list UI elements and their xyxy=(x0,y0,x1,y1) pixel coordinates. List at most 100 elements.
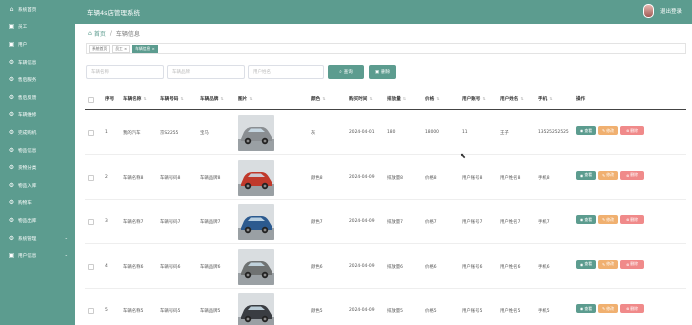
gear-icon: ⚙ xyxy=(8,181,15,189)
sidebar-item-label: 购物车 xyxy=(18,201,32,207)
sidebar-item-4[interactable]: ⚙ 售后服务 xyxy=(0,71,75,89)
sidebar-item-12[interactable]: ⚙ 物品出库 xyxy=(0,212,75,230)
sidebar-item-8[interactable]: ⚙ 物品信息 xyxy=(0,142,75,160)
column-header[interactable]: 序号 xyxy=(105,96,114,102)
column-header[interactable]: 购买时间 ⇅ xyxy=(349,96,373,102)
sidebar-item-1[interactable]: ▣ 员工 xyxy=(0,19,75,37)
sidebar-item-label: 物品信息 xyxy=(18,148,37,154)
cell-plate: 车辆号码6 xyxy=(160,264,181,270)
column-header[interactable]: 价格 ⇅ xyxy=(425,96,439,102)
cell-name: 车辆名称7 xyxy=(123,220,144,225)
avatar[interactable] xyxy=(642,4,654,18)
view-button[interactable]: ◉ 查看 xyxy=(576,126,596,135)
column-header[interactable]: 车辆名称 ⇅ xyxy=(123,96,147,102)
sidebar-item-5[interactable]: ⚙ 售后反馈 xyxy=(0,89,75,107)
sidebar-item-9[interactable]: ⚙ 货物分类 xyxy=(0,159,75,177)
sidebar-item-3[interactable]: ⚙ 车辆信息 xyxy=(0,54,75,72)
row-checkbox[interactable] xyxy=(88,308,94,314)
sort-icon[interactable]: ⇅ xyxy=(369,96,372,101)
row-checkbox[interactable] xyxy=(88,174,94,181)
sort-icon[interactable]: ⇅ xyxy=(220,96,223,101)
sidebar-item-7[interactable]: ⚙ 完成购机 xyxy=(0,124,75,142)
sort-icon[interactable]: ⇅ xyxy=(482,96,485,101)
tab-tag[interactable]: 系统首页 xyxy=(89,44,111,53)
car-image[interactable] xyxy=(238,204,274,240)
cell-brand: 车辆品牌5 xyxy=(200,309,221,314)
car-name-search-input[interactable]: 车辆名称 xyxy=(86,65,164,79)
column-header[interactable]: 排放量 ⇅ xyxy=(387,96,406,102)
sort-icon[interactable]: ⇅ xyxy=(143,96,146,101)
column-header[interactable]: 图片 ⇅ xyxy=(238,96,252,102)
delete-button-label: 删除 xyxy=(630,127,639,133)
sort-icon[interactable]: ⇅ xyxy=(436,96,439,101)
row-checkbox[interactable] xyxy=(88,263,94,270)
edit-button[interactable]: ✎ 修改 xyxy=(598,170,618,180)
delete-button[interactable]: ⊗ 删除 xyxy=(620,215,644,224)
edit-button[interactable]: ✎ 修改 xyxy=(598,215,618,224)
cell-price: 价格5 xyxy=(425,309,437,314)
batch-delete-button[interactable]: ▣ 删除 xyxy=(369,65,396,79)
cell-brand: 车辆品牌8 xyxy=(200,175,221,181)
cell-account: 用户账号6 xyxy=(462,264,483,270)
sort-icon[interactable]: ⇅ xyxy=(520,96,523,101)
batch-delete-label: 删除 xyxy=(381,70,391,75)
sort-icon[interactable]: ⇅ xyxy=(322,96,325,101)
column-header-label: 车辆号码 xyxy=(160,97,179,102)
sidebar-item-label: 系统管理 xyxy=(18,236,37,242)
view-button[interactable]: ◉ 查看 xyxy=(576,215,596,224)
tab-tag[interactable]: 员工 × xyxy=(112,44,131,53)
view-button[interactable]: ◉ 查看 xyxy=(576,304,596,313)
column-header[interactable]: 手机 ⇅ xyxy=(538,96,552,102)
sidebar-item-6[interactable]: ⚙ 车辆维修 xyxy=(0,107,75,125)
column-header[interactable]: 车辆品牌 ⇅ xyxy=(200,96,224,102)
cell-date: 2024-04-09 xyxy=(349,174,375,180)
cell-color: 颜色8 xyxy=(311,175,323,181)
sidebar-item-0[interactable]: ⌂ 系统首页 xyxy=(0,1,75,19)
breadcrumb: ⌂ 首页 / 车辆信息 xyxy=(88,29,140,38)
sidebar-item-label: 系统首页 xyxy=(18,7,37,13)
car-image[interactable] xyxy=(238,159,274,196)
sidebar-item-13[interactable]: ⚙ 系统管理 ⌄ xyxy=(0,230,75,248)
edit-button[interactable]: ✎ 修改 xyxy=(598,304,618,313)
car-brand-search-input[interactable]: 车辆品牌 xyxy=(167,65,245,79)
sidebar-item-14[interactable]: ▣ 用户信息 ⌄ xyxy=(0,247,75,265)
select-all-checkbox[interactable] xyxy=(88,97,94,103)
search-button[interactable]: ⌕ 查询 xyxy=(328,65,364,79)
view-button[interactable]: ◉ 查看 xyxy=(576,170,596,180)
breadcrumb-home[interactable]: 首页 xyxy=(94,29,106,38)
edit-button-label: 修改 xyxy=(606,261,615,266)
delete-button[interactable]: ⊗ 删除 xyxy=(620,304,644,313)
logout-link[interactable]: 退出登录 xyxy=(660,7,682,15)
row-checkbox[interactable] xyxy=(88,130,94,136)
row-checkbox[interactable] xyxy=(88,219,94,225)
sidebar-item-11[interactable]: ⚙ 购物车 xyxy=(0,195,75,213)
delete-button[interactable]: ⊗ 删除 xyxy=(620,126,644,135)
delete-button[interactable]: ⊗ 删除 xyxy=(620,259,644,269)
sort-icon[interactable]: ⇅ xyxy=(180,96,183,101)
column-header[interactable]: 用户账号 ⇅ xyxy=(462,96,486,102)
tab-tag[interactable]: 车辆信息 × xyxy=(132,44,158,53)
car-image[interactable] xyxy=(238,115,274,151)
sidebar-item-label: 用户信息 xyxy=(18,254,37,260)
edit-button[interactable]: ✎ 修改 xyxy=(598,259,618,269)
sidebar-item-2[interactable]: ▣ 用户 xyxy=(0,36,75,54)
user-name-search-input[interactable]: 用户姓名 xyxy=(248,65,324,79)
table-row: 5 车辆名称5 车辆号码5 车辆品牌5 颜色5 2024-04-09 排放量5 价格5 用户账号… xyxy=(85,289,686,325)
delete-button[interactable]: ⊗ 删除 xyxy=(620,170,644,180)
cell-account: 用户账号5 xyxy=(462,309,483,314)
column-header[interactable]: 车辆号码 ⇅ xyxy=(160,96,184,102)
sort-icon[interactable]: ⇅ xyxy=(549,96,552,101)
column-header[interactable]: 用户姓名 ⇅ xyxy=(500,96,524,102)
sort-icon[interactable]: ⇅ xyxy=(403,96,406,101)
car-image[interactable] xyxy=(238,248,274,285)
view-button[interactable]: ◉ 查看 xyxy=(576,259,596,269)
cell-phone: 13525252525 xyxy=(538,130,569,135)
column-header[interactable]: 颜色 ⇅ xyxy=(311,96,325,102)
edit-button[interactable]: ✎ 修改 xyxy=(598,126,618,135)
trash-icon: ⊗ xyxy=(625,261,630,267)
user-icon: ▣ xyxy=(8,252,15,260)
cell-date: 2024-04-01 xyxy=(349,130,375,135)
car-image[interactable] xyxy=(238,293,274,325)
sidebar-item-10[interactable]: ⚙ 物品入库 xyxy=(0,177,75,195)
sort-icon[interactable]: ⇅ xyxy=(249,96,252,101)
